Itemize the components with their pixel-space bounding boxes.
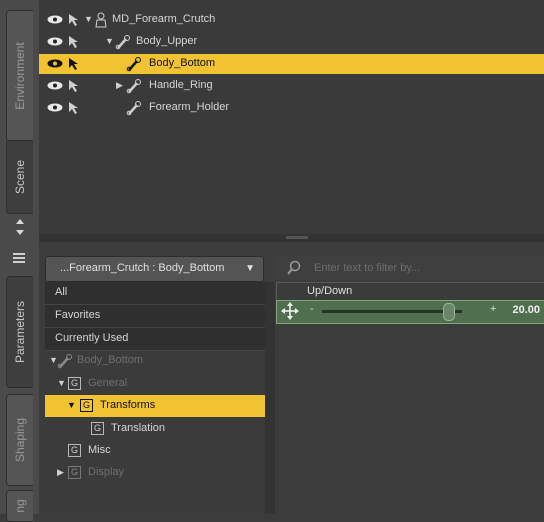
scene-row-forearm-holder[interactable]: Forearm_Holder <box>39 98 544 118</box>
chevron-down-icon: ▼ <box>245 263 255 274</box>
scene-panel: ▼ MD_Forearm_Crutch ▼ Body_Upper Body_Bo… <box>39 0 544 234</box>
slider-increment[interactable]: + <box>490 303 496 315</box>
expand-triangle-icon[interactable]: ▼ <box>84 14 93 24</box>
bone-icon <box>57 354 72 369</box>
selectable-arrow-icon[interactable] <box>67 35 81 49</box>
tree-item-label: Body_Bottom <box>77 354 144 366</box>
panel-menu-icon[interactable] <box>12 251 26 265</box>
tree-item-label: General <box>88 377 128 389</box>
tree-item-display[interactable]: ▶ G Display <box>45 462 265 484</box>
tree-item-label: All <box>55 286 68 298</box>
tab-scene[interactable]: Scene <box>6 140 33 214</box>
group-icon: G <box>68 377 81 390</box>
bone-icon <box>126 101 141 116</box>
tab-parameters[interactable]: Parameters <box>6 276 33 388</box>
visibility-eye-icon[interactable] <box>47 103 63 112</box>
tree-item-currently-used[interactable]: Currently Used <box>45 328 265 351</box>
tree-item-transforms[interactable]: ▼ G Transforms <box>45 395 265 417</box>
scene-item-label: Body_Bottom <box>149 57 216 69</box>
node-selector-dropdown[interactable]: ...Forearm_Crutch : Body_Bottom ▼ <box>45 256 264 282</box>
slider-decrement[interactable]: - <box>310 303 314 315</box>
tab-shaping[interactable]: Shaping <box>6 394 33 486</box>
tab-posing-label: ng <box>13 499 27 513</box>
splitter-grip[interactable] <box>286 236 308 239</box>
search-icon <box>287 260 301 275</box>
group-icon: G <box>91 422 104 435</box>
selectable-arrow-icon[interactable] <box>67 79 81 93</box>
slider-track[interactable] <box>322 310 462 313</box>
tree-item-misc[interactable]: G Misc <box>45 440 265 462</box>
scene-item-label: Body_Upper <box>136 35 198 47</box>
tab-parameters-label: Parameters <box>13 300 27 364</box>
visibility-eye-icon[interactable] <box>47 37 63 46</box>
scene-item-label: Handle_Ring <box>149 79 213 91</box>
node-selector-value: ...Forearm_Crutch : Body_Bottom <box>60 262 225 274</box>
tab-environment-label: Environment <box>13 42 27 110</box>
visibility-eye-icon[interactable] <box>47 59 63 68</box>
expand-triangle-icon[interactable]: ▼ <box>57 378 66 388</box>
group-icon: G <box>68 466 81 479</box>
tree-item-label: Display <box>88 466 125 478</box>
collapse-triangle-icon[interactable]: ▶ <box>116 80 123 91</box>
scene-row-md-forearm-crutch[interactable]: ▼ MD_Forearm_Crutch <box>39 10 544 30</box>
visibility-eye-icon[interactable] <box>47 15 63 24</box>
tree-item-label: Currently Used <box>55 332 129 344</box>
filter-placeholder: Enter text to filter by... <box>314 262 421 274</box>
group-icon: G <box>68 444 81 457</box>
expand-triangle-icon[interactable]: ▼ <box>67 400 76 410</box>
expand-triangle-icon[interactable]: ▼ <box>105 36 114 46</box>
parameter-tree: All Favorites Currently Used ▼ Body_Bott… <box>45 282 265 514</box>
selectable-arrow-icon[interactable] <box>67 13 81 27</box>
tree-item-favorites[interactable]: Favorites <box>45 305 265 328</box>
panel-vertical-divider[interactable] <box>265 282 275 514</box>
scene-item-label: MD_Forearm_Crutch <box>112 13 216 25</box>
tab-posing[interactable]: ng <box>6 490 33 522</box>
tab-scene-label: Scene <box>13 159 27 195</box>
slider-label: Up/Down <box>307 285 353 297</box>
selectable-arrow-icon[interactable] <box>67 101 81 115</box>
tree-item-translation[interactable]: G Translation <box>45 418 265 440</box>
tree-item-general[interactable]: ▼ G General <box>45 373 265 395</box>
move-arrows-icon[interactable] <box>281 302 299 320</box>
tree-item-label: Favorites <box>55 309 101 321</box>
tree-item-node[interactable]: ▼ Body_Bottom <box>45 350 265 372</box>
filter-input[interactable]: Enter text to filter by... <box>276 256 544 280</box>
collapse-triangle-icon[interactable]: ▶ <box>57 467 64 478</box>
scene-row-body-bottom[interactable]: Body_Bottom <box>39 54 544 74</box>
tree-item-all[interactable]: All <box>45 282 265 305</box>
slider-header: Up/Down <box>276 282 544 301</box>
tab-scroll-arrows-icon[interactable] <box>5 216 35 238</box>
scene-row-body-upper[interactable]: ▼ Body_Upper <box>39 32 544 52</box>
scene-item-label: Forearm_Holder <box>149 101 230 113</box>
bone-icon <box>115 35 130 50</box>
tree-item-label: Translation <box>111 422 166 434</box>
selectable-arrow-icon[interactable] <box>67 57 81 71</box>
bone-icon <box>126 79 141 94</box>
tab-shaping-label: Shaping <box>13 417 27 463</box>
group-icon: G <box>80 399 93 412</box>
figure-icon <box>95 12 107 28</box>
tree-item-label: Transforms <box>100 399 156 411</box>
slider-value[interactable]: 20.00 <box>512 304 540 316</box>
bone-icon <box>126 57 141 72</box>
slider-knob[interactable] <box>443 303 455 321</box>
tree-item-label: Misc <box>88 444 111 456</box>
scene-row-handle-ring[interactable]: ▶ Handle_Ring <box>39 76 544 96</box>
visibility-eye-icon[interactable] <box>47 81 63 90</box>
tab-environment[interactable]: Environment <box>6 10 33 142</box>
